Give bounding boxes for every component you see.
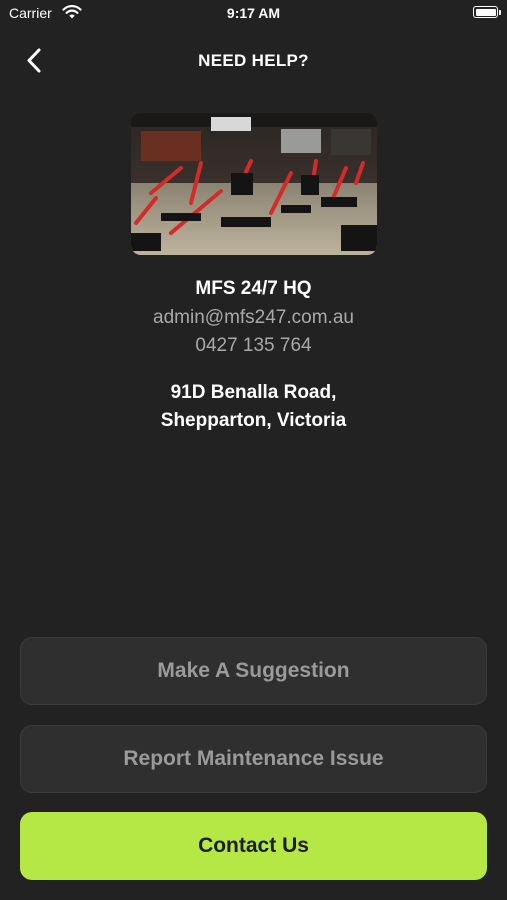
status-bar: Carrier 9:17 AM (0, 0, 507, 28)
report-maintenance-button[interactable]: Report Maintenance Issue (20, 725, 487, 793)
location-email[interactable]: admin@mfs247.com.au (0, 307, 507, 329)
location-name: MFS 24/7 HQ (195, 278, 312, 299)
address-line-2: Shepparton, Victoria (160, 410, 347, 431)
make-suggestion-button[interactable]: Make A Suggestion (20, 637, 487, 705)
navigation-bar: NEED HELP? (0, 40, 507, 80)
location-phone[interactable]: 0427 135 764 (0, 335, 507, 357)
page-title: NEED HELP? (198, 51, 309, 70)
clock: 9:17 AM (226, 5, 281, 21)
contact-us-button[interactable]: Contact Us (20, 812, 487, 880)
address-line-1: 91D Benalla Road, (170, 382, 337, 403)
gym-photo (131, 113, 377, 255)
battery-icon (473, 6, 501, 18)
